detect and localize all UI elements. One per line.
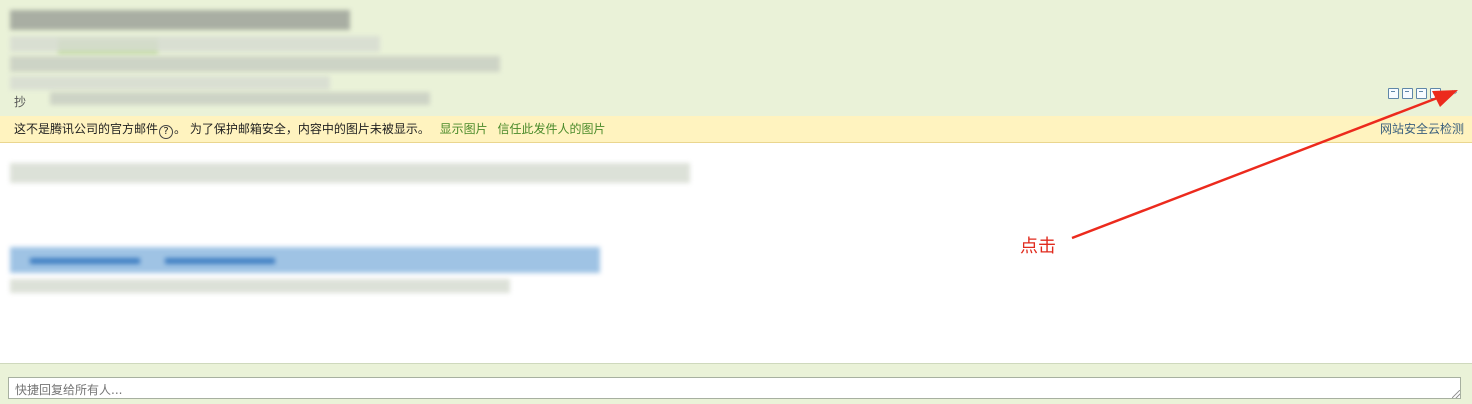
blurred-link-text	[165, 258, 275, 264]
show-images-link[interactable]: 显示图片	[440, 122, 488, 136]
blurred-body-line	[10, 163, 690, 183]
mail-header: 抄 »	[0, 0, 1472, 116]
blurred-link-text	[30, 258, 140, 264]
expand-icon[interactable]: »	[1449, 88, 1460, 99]
blurred-recipient	[10, 76, 330, 90]
warning-message-suffix: 。 为了保护邮箱安全，内容中的图片未被显示。	[174, 122, 430, 136]
resize-grip-icon[interactable]	[1452, 390, 1460, 398]
cc-label: 抄	[14, 95, 27, 109]
blurred-time	[10, 56, 500, 72]
blurred-subject	[10, 10, 350, 30]
quick-reply-input[interactable]	[8, 377, 1461, 399]
print-preview-icon[interactable]	[1402, 88, 1413, 99]
blurred-cc	[50, 92, 430, 105]
annotation-click-label: 点击	[1020, 236, 1056, 257]
mail-toolbar: »	[1388, 88, 1460, 99]
print-icon[interactable]	[1430, 88, 1441, 99]
mail-read-view: 抄 » 这不是腾讯公司的官方邮件?。 为了保护邮箱安全，内容中的图片未被显示。 …	[0, 0, 1472, 404]
cloud-security-check-link[interactable]: 网站安全云检测	[1380, 116, 1464, 142]
security-warning-bar: 这不是腾讯公司的官方邮件?。 为了保护邮箱安全，内容中的图片未被显示。 显示图片…	[0, 116, 1472, 143]
quick-reply-bar	[0, 363, 1472, 404]
trust-sender-images-link[interactable]: 信任此发件人的图片	[498, 122, 606, 136]
download-icon[interactable]	[1416, 88, 1427, 99]
mail-body	[0, 143, 1472, 363]
blurred-body-line	[10, 279, 510, 293]
warning-message-prefix: 这不是腾讯公司的官方邮件	[14, 122, 159, 136]
window-icon[interactable]	[1388, 88, 1399, 99]
blurred-sender-address	[10, 36, 380, 52]
warning-message: 这不是腾讯公司的官方邮件?。 为了保护邮箱安全，内容中的图片未被显示。 显示图片…	[14, 116, 606, 142]
help-icon[interactable]: ?	[159, 125, 174, 139]
